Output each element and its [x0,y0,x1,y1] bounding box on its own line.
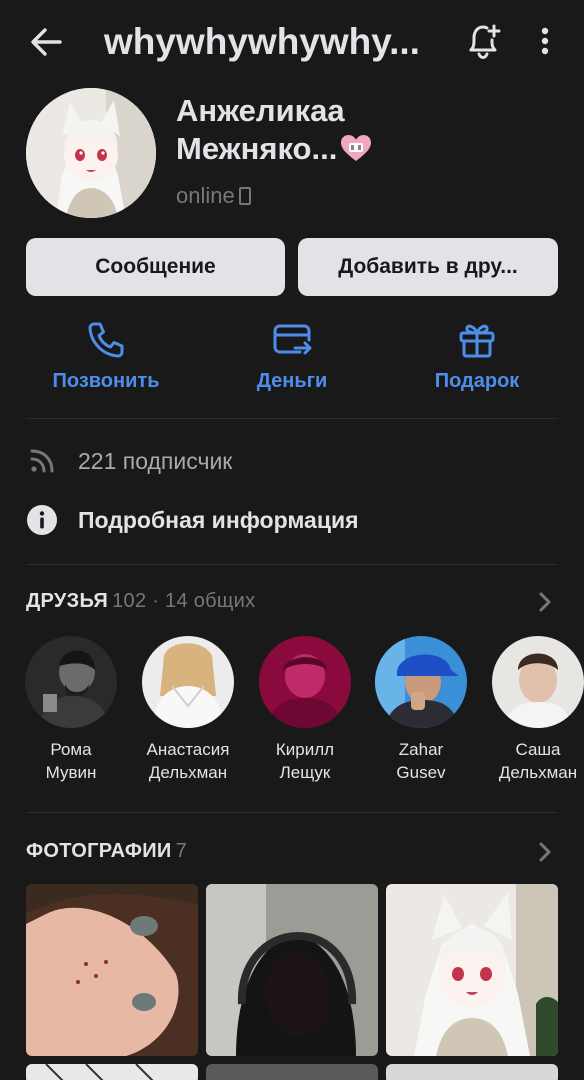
friend-item[interactable]: Кирилл Лещук [247,636,363,784]
photos-section-title[interactable]: ФОТОГРАФИИ 7 [26,840,187,863]
friend-name: Zahar Gusev [363,738,479,784]
divider [26,812,558,813]
arrow-left-icon[interactable] [26,22,66,62]
friend-last-name: Дельхман [148,763,228,782]
photos-count: 7 [175,840,188,862]
photo-thumbnail[interactable] [386,1064,558,1080]
rss-icon [30,449,54,473]
gift-label: Подарок [434,370,520,392]
friend-name: Анастасия Дельхман [130,738,246,784]
friend-last-name: Дельхман [498,763,578,782]
friend-avatar [142,636,234,728]
add-friend-button[interactable]: Добавить в дру... [298,238,558,296]
online-status: online [176,182,251,210]
friend-first-name: Рома [50,740,92,759]
friends-title: ДРУЗЬЯ [26,590,109,612]
photo-thumbnail[interactable] [26,1064,198,1080]
friend-name: Саша Дельхман [480,738,584,784]
photo-thumbnail[interactable] [386,884,558,1056]
page-title: whywhywhywhy... [104,21,420,62]
friend-avatar [25,636,117,728]
mobile-device-icon [238,187,251,205]
photo-thumbnail[interactable] [26,884,198,1056]
message-button[interactable]: Сообщение [26,238,285,296]
profile-name-line1: Анжеликаа [176,93,345,128]
friend-first-name: Саша [515,740,561,759]
info-icon [27,505,57,535]
friend-avatar [492,636,584,728]
followers-count: 221 подписчик [78,447,233,474]
friend-first-name: Zahar [398,740,444,759]
friend-name: Кирилл Лещук [247,738,363,784]
friend-first-name: Кирилл [275,740,335,759]
call-label: Позвонить [52,370,160,392]
chevron-right-icon[interactable] [536,590,554,614]
friend-item[interactable]: Саша Дельхман [480,636,584,784]
friend-name: Рома Мувин [13,738,129,784]
profile-avatar[interactable] [26,88,156,218]
followers-row[interactable]: 221 подписчик [26,441,558,481]
heart-emoji-icon [341,135,372,161]
friend-avatar [259,636,351,728]
gift-action[interactable]: Подарок [392,318,562,394]
more-vertical-icon[interactable] [530,22,560,62]
chevron-right-icon[interactable] [536,840,554,864]
divider [26,564,558,565]
money-label: Деньги [256,370,328,392]
friend-item[interactable]: Рома Мувин [13,636,129,784]
friends-section-title[interactable]: ДРУЗЬЯ 102 · 14 общих [26,590,255,613]
friend-first-name: Анастасия [146,740,230,759]
money-action[interactable]: Деньги [207,318,377,394]
divider [26,418,558,419]
photo-thumbnail[interactable] [206,1064,378,1080]
phone-icon [88,322,124,358]
photo-thumbnail[interactable] [206,884,378,1056]
friends-list: Рома Мувин Анастасия Дельхман Кирилл Лещ… [0,636,584,786]
friend-item[interactable]: Анастасия Дельхман [130,636,246,784]
friend-avatar [375,636,467,728]
friends-count: 102 · 14 общих [112,590,256,612]
profile-name: Анжеликаа Межняко... [176,92,556,168]
friend-last-name: Лещук [279,763,331,782]
profile-name-line2: Межняко... [176,131,338,166]
top-bar: whywhywhywhy... [0,0,584,84]
online-status-text: online [176,183,235,208]
call-action[interactable]: Позвонить [21,318,191,394]
friend-last-name: Мувин [45,763,97,782]
photos-title: ФОТОГРАФИИ [26,840,172,862]
gift-icon [459,324,495,358]
details-link: Подробная информация [78,506,359,533]
money-transfer-icon [273,324,312,355]
friend-last-name: Gusev [396,763,446,782]
details-row[interactable]: Подробная информация [26,500,558,540]
bell-plus-icon[interactable] [462,20,504,62]
friend-item[interactable]: Zahar Gusev [363,636,479,784]
